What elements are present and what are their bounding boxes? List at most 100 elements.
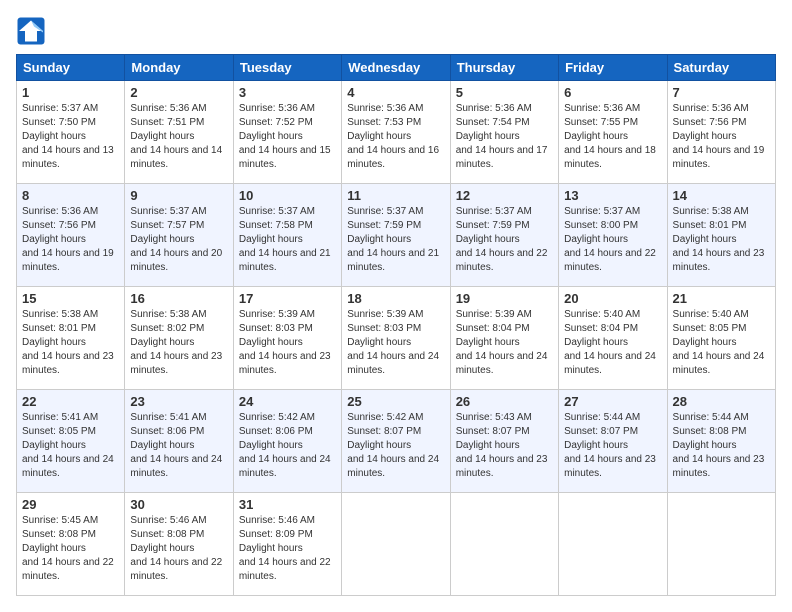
calendar-cell: 13 Sunrise: 5:37 AMSunset: 8:00 PMDaylig…	[559, 184, 667, 287]
calendar-week: 8 Sunrise: 5:36 AMSunset: 7:56 PMDayligh…	[17, 184, 776, 287]
weekday-header: Saturday	[667, 55, 775, 81]
day-info: Sunrise: 5:36 AMSunset: 7:55 PMDaylight …	[564, 102, 661, 172]
day-info: Sunrise: 5:39 AMSunset: 8:03 PMDaylight …	[239, 308, 336, 378]
day-number: 6	[564, 85, 661, 100]
calendar-cell: 16 Sunrise: 5:38 AMSunset: 8:02 PMDaylig…	[125, 287, 233, 390]
calendar-cell: 19 Sunrise: 5:39 AMSunset: 8:04 PMDaylig…	[450, 287, 558, 390]
day-number: 20	[564, 291, 661, 306]
day-number: 12	[456, 188, 553, 203]
day-info: Sunrise: 5:36 AMSunset: 7:56 PMDaylight …	[22, 205, 119, 275]
weekday-header: Friday	[559, 55, 667, 81]
calendar-cell: 20 Sunrise: 5:40 AMSunset: 8:04 PMDaylig…	[559, 287, 667, 390]
weekday-row: SundayMondayTuesdayWednesdayThursdayFrid…	[17, 55, 776, 81]
day-number: 2	[130, 85, 227, 100]
day-number: 8	[22, 188, 119, 203]
day-info: Sunrise: 5:42 AMSunset: 8:07 PMDaylight …	[347, 411, 444, 481]
page: SundayMondayTuesdayWednesdayThursdayFrid…	[0, 0, 792, 612]
calendar-cell: 9 Sunrise: 5:37 AMSunset: 7:57 PMDayligh…	[125, 184, 233, 287]
calendar-cell: 12 Sunrise: 5:37 AMSunset: 7:59 PMDaylig…	[450, 184, 558, 287]
day-number: 26	[456, 394, 553, 409]
day-info: Sunrise: 5:39 AMSunset: 8:03 PMDaylight …	[347, 308, 444, 378]
day-number: 1	[22, 85, 119, 100]
day-info: Sunrise: 5:36 AMSunset: 7:52 PMDaylight …	[239, 102, 336, 172]
day-info: Sunrise: 5:42 AMSunset: 8:06 PMDaylight …	[239, 411, 336, 481]
calendar-week: 29 Sunrise: 5:45 AMSunset: 8:08 PMDaylig…	[17, 493, 776, 596]
day-info: Sunrise: 5:43 AMSunset: 8:07 PMDaylight …	[456, 411, 553, 481]
day-info: Sunrise: 5:36 AMSunset: 7:56 PMDaylight …	[673, 102, 770, 172]
calendar-cell: 6 Sunrise: 5:36 AMSunset: 7:55 PMDayligh…	[559, 81, 667, 184]
logo-icon	[16, 16, 46, 46]
weekday-header: Wednesday	[342, 55, 450, 81]
day-number: 24	[239, 394, 336, 409]
calendar-cell: 22 Sunrise: 5:41 AMSunset: 8:05 PMDaylig…	[17, 390, 125, 493]
calendar-cell	[559, 493, 667, 596]
day-number: 27	[564, 394, 661, 409]
day-number: 19	[456, 291, 553, 306]
day-info: Sunrise: 5:36 AMSunset: 7:53 PMDaylight …	[347, 102, 444, 172]
calendar-cell: 10 Sunrise: 5:37 AMSunset: 7:58 PMDaylig…	[233, 184, 341, 287]
day-info: Sunrise: 5:46 AMSunset: 8:08 PMDaylight …	[130, 514, 227, 584]
calendar-cell	[342, 493, 450, 596]
calendar-cell: 3 Sunrise: 5:36 AMSunset: 7:52 PMDayligh…	[233, 81, 341, 184]
calendar-header: SundayMondayTuesdayWednesdayThursdayFrid…	[17, 55, 776, 81]
day-number: 29	[22, 497, 119, 512]
calendar-cell: 26 Sunrise: 5:43 AMSunset: 8:07 PMDaylig…	[450, 390, 558, 493]
day-info: Sunrise: 5:37 AMSunset: 7:59 PMDaylight …	[456, 205, 553, 275]
weekday-header: Sunday	[17, 55, 125, 81]
day-info: Sunrise: 5:39 AMSunset: 8:04 PMDaylight …	[456, 308, 553, 378]
day-info: Sunrise: 5:41 AMSunset: 8:05 PMDaylight …	[22, 411, 119, 481]
calendar-cell: 18 Sunrise: 5:39 AMSunset: 8:03 PMDaylig…	[342, 287, 450, 390]
day-info: Sunrise: 5:36 AMSunset: 7:54 PMDaylight …	[456, 102, 553, 172]
logo	[16, 16, 50, 46]
calendar-cell: 1 Sunrise: 5:37 AMSunset: 7:50 PMDayligh…	[17, 81, 125, 184]
calendar-cell: 31 Sunrise: 5:46 AMSunset: 8:09 PMDaylig…	[233, 493, 341, 596]
day-number: 31	[239, 497, 336, 512]
day-info: Sunrise: 5:38 AMSunset: 8:02 PMDaylight …	[130, 308, 227, 378]
day-number: 10	[239, 188, 336, 203]
weekday-header: Monday	[125, 55, 233, 81]
calendar-cell: 24 Sunrise: 5:42 AMSunset: 8:06 PMDaylig…	[233, 390, 341, 493]
calendar-body: 1 Sunrise: 5:37 AMSunset: 7:50 PMDayligh…	[17, 81, 776, 596]
day-info: Sunrise: 5:37 AMSunset: 7:57 PMDaylight …	[130, 205, 227, 275]
calendar-cell: 15 Sunrise: 5:38 AMSunset: 8:01 PMDaylig…	[17, 287, 125, 390]
calendar-cell: 23 Sunrise: 5:41 AMSunset: 8:06 PMDaylig…	[125, 390, 233, 493]
day-info: Sunrise: 5:41 AMSunset: 8:06 PMDaylight …	[130, 411, 227, 481]
calendar-week: 15 Sunrise: 5:38 AMSunset: 8:01 PMDaylig…	[17, 287, 776, 390]
calendar-cell	[450, 493, 558, 596]
calendar-cell: 7 Sunrise: 5:36 AMSunset: 7:56 PMDayligh…	[667, 81, 775, 184]
weekday-header: Tuesday	[233, 55, 341, 81]
day-number: 17	[239, 291, 336, 306]
weekday-header: Thursday	[450, 55, 558, 81]
calendar-cell	[667, 493, 775, 596]
day-number: 11	[347, 188, 444, 203]
calendar-cell: 5 Sunrise: 5:36 AMSunset: 7:54 PMDayligh…	[450, 81, 558, 184]
day-info: Sunrise: 5:37 AMSunset: 8:00 PMDaylight …	[564, 205, 661, 275]
day-number: 28	[673, 394, 770, 409]
calendar-cell: 14 Sunrise: 5:38 AMSunset: 8:01 PMDaylig…	[667, 184, 775, 287]
day-info: Sunrise: 5:46 AMSunset: 8:09 PMDaylight …	[239, 514, 336, 584]
calendar-cell: 4 Sunrise: 5:36 AMSunset: 7:53 PMDayligh…	[342, 81, 450, 184]
day-number: 5	[456, 85, 553, 100]
day-number: 22	[22, 394, 119, 409]
calendar-cell: 27 Sunrise: 5:44 AMSunset: 8:07 PMDaylig…	[559, 390, 667, 493]
day-number: 15	[22, 291, 119, 306]
calendar-cell: 29 Sunrise: 5:45 AMSunset: 8:08 PMDaylig…	[17, 493, 125, 596]
day-number: 13	[564, 188, 661, 203]
calendar-cell: 28 Sunrise: 5:44 AMSunset: 8:08 PMDaylig…	[667, 390, 775, 493]
calendar-week: 1 Sunrise: 5:37 AMSunset: 7:50 PMDayligh…	[17, 81, 776, 184]
calendar-cell: 21 Sunrise: 5:40 AMSunset: 8:05 PMDaylig…	[667, 287, 775, 390]
day-info: Sunrise: 5:37 AMSunset: 7:58 PMDaylight …	[239, 205, 336, 275]
day-info: Sunrise: 5:44 AMSunset: 8:07 PMDaylight …	[564, 411, 661, 481]
day-number: 3	[239, 85, 336, 100]
day-info: Sunrise: 5:37 AMSunset: 7:59 PMDaylight …	[347, 205, 444, 275]
day-number: 21	[673, 291, 770, 306]
calendar-cell: 17 Sunrise: 5:39 AMSunset: 8:03 PMDaylig…	[233, 287, 341, 390]
day-number: 30	[130, 497, 227, 512]
day-info: Sunrise: 5:40 AMSunset: 8:04 PMDaylight …	[564, 308, 661, 378]
calendar-week: 22 Sunrise: 5:41 AMSunset: 8:05 PMDaylig…	[17, 390, 776, 493]
day-info: Sunrise: 5:45 AMSunset: 8:08 PMDaylight …	[22, 514, 119, 584]
calendar-cell: 8 Sunrise: 5:36 AMSunset: 7:56 PMDayligh…	[17, 184, 125, 287]
day-number: 14	[673, 188, 770, 203]
calendar-cell: 11 Sunrise: 5:37 AMSunset: 7:59 PMDaylig…	[342, 184, 450, 287]
day-info: Sunrise: 5:37 AMSunset: 7:50 PMDaylight …	[22, 102, 119, 172]
